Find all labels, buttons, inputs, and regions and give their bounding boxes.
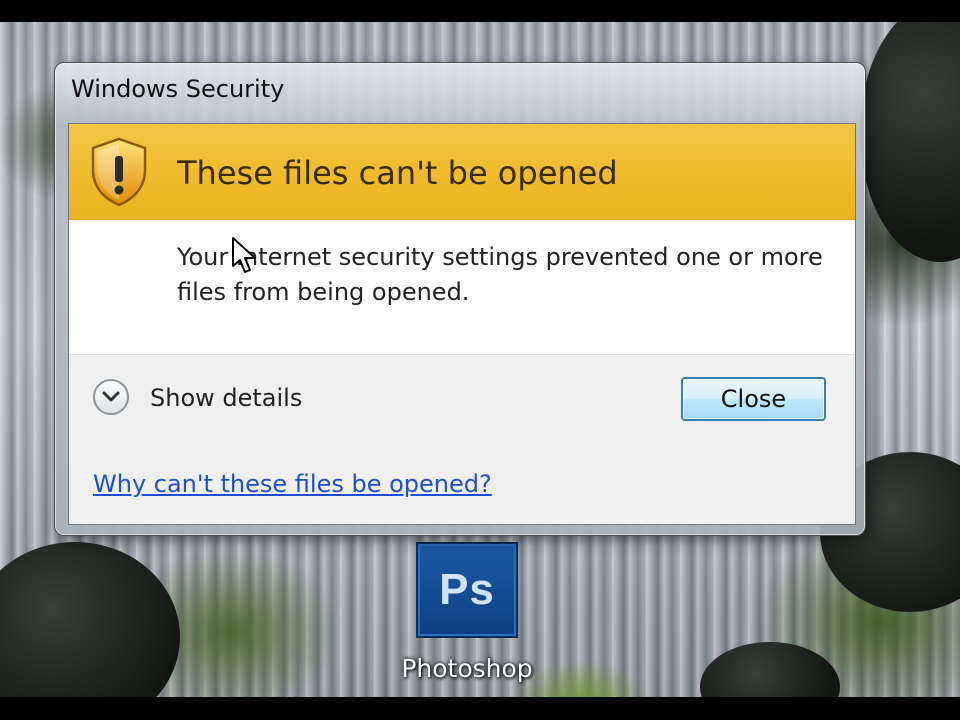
close-button[interactable]: Close: [681, 377, 826, 421]
desktop-shortcut-label: Photoshop: [401, 654, 533, 683]
dialog-client-area: These files can't be opened Your Interne…: [68, 123, 856, 525]
photoshop-icon-letters: Ps: [439, 565, 495, 614]
shield-warning-icon: [91, 137, 147, 207]
windows-security-dialog: Windows Security These files can't be op…: [54, 62, 866, 536]
desktop-shortcut-photoshop[interactable]: Ps Photoshop: [392, 542, 542, 683]
letterbox-bottom: [0, 697, 960, 720]
letterbox-top: [0, 0, 960, 22]
dialog-heading: These files can't be opened: [177, 154, 618, 192]
wallpaper-rock: [700, 642, 840, 697]
wallpaper-rock: [860, 22, 960, 262]
dialog-message: Your Internet security settings prevente…: [177, 243, 823, 306]
chevron-down-icon: [102, 391, 120, 402]
dialog-title: Windows Security: [71, 75, 285, 103]
show-details-label[interactable]: Show details: [150, 384, 302, 412]
help-link[interactable]: Why can't these files be opened?: [93, 470, 492, 498]
mouse-pointer-icon: [232, 237, 256, 273]
details-section: Show details Close: [69, 354, 855, 448]
photoshop-icon: Ps: [416, 542, 518, 638]
wallpaper-rock: [0, 542, 180, 697]
warning-banner: These files can't be opened: [69, 124, 855, 220]
show-details-toggle[interactable]: [93, 379, 129, 415]
help-section: Why can't these files be opened?: [69, 446, 855, 524]
